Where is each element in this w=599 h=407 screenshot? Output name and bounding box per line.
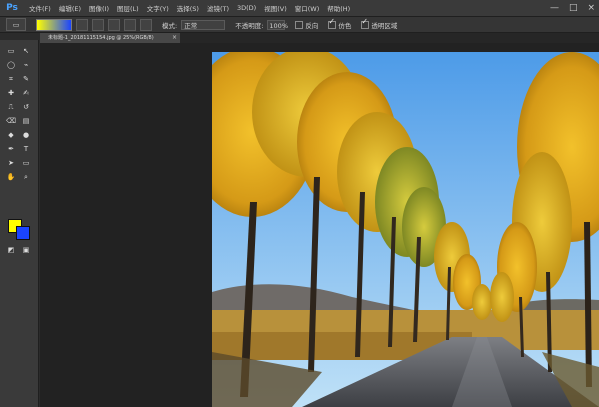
crop-tool-icon[interactable]: ⌗ <box>5 74 17 84</box>
menu-edit[interactable]: 编辑(E) <box>59 3 81 13</box>
menu-file[interactable]: 文件(F) <box>29 3 51 13</box>
photoshop-logo: Ps <box>6 3 18 13</box>
gradient-picker[interactable] <box>36 18 72 31</box>
lasso-tool-icon[interactable]: ◯ <box>5 60 17 70</box>
tools-panel: ▭ ↖ ◯ ⌁ ⌗ ✎ ✚ ✍ ⎍ ↺ ⌫ ▤ ◆ ● ✒ T ➤ ▭ ✋ ⌕ … <box>0 40 39 407</box>
gradient-tool-icon[interactable]: ▤ <box>20 116 32 126</box>
transparency-checkbox[interactable] <box>361 17 370 29</box>
dither-label: 仿色 <box>338 21 352 30</box>
minimize-button[interactable]: — <box>550 3 559 13</box>
path-select-tool-icon[interactable]: ➤ <box>5 158 17 168</box>
diamond-gradient-icon[interactable] <box>140 18 152 31</box>
move-tool-icon[interactable]: ▭ <box>5 46 17 56</box>
menu-3d[interactable]: 3D(D) <box>237 4 256 12</box>
autumn-road-photo <box>212 52 599 407</box>
quick-select-tool-icon[interactable]: ⌁ <box>20 60 32 70</box>
menu-type[interactable]: 文字(Y) <box>147 3 169 13</box>
spot-heal-tool-icon[interactable]: ✚ <box>5 88 17 98</box>
menu-select[interactable]: 选择(S) <box>177 3 199 13</box>
options-bar: ▭ 模式: 正常 不透明度: 100% 反向 仿色 透明区域 <box>0 17 599 33</box>
menu-image[interactable]: 图像(I) <box>89 3 109 13</box>
document-tab[interactable]: 未标题-1_20181115154.jpg @ 25%(RGB/8) × <box>40 33 180 43</box>
background-color-swatch[interactable] <box>16 226 30 240</box>
zoom-tool-icon[interactable]: ⌕ <box>20 172 32 182</box>
marquee-tool-icon[interactable]: ↖ <box>20 46 32 56</box>
linear-gradient-icon[interactable] <box>76 18 88 31</box>
reflected-gradient-icon[interactable] <box>124 18 136 31</box>
menu-filter[interactable]: 滤镜(T) <box>207 3 229 13</box>
mode-select[interactable]: 正常 <box>181 19 226 30</box>
menu-bar: Ps 文件(F) 编辑(E) 图像(I) 图层(L) 文字(Y) 选择(S) 滤… <box>0 0 599 17</box>
brush-tool-icon[interactable]: ✍ <box>20 88 32 98</box>
transparency-label: 透明区域 <box>371 21 398 30</box>
angle-gradient-icon[interactable] <box>108 18 120 31</box>
quick-mask-icon[interactable]: ◩ <box>5 245 17 255</box>
dodge-tool-icon[interactable]: ● <box>20 130 32 140</box>
hand-tool-icon[interactable]: ✋ <box>5 172 17 182</box>
eraser-tool-icon[interactable]: ⌫ <box>5 116 17 126</box>
document-title: 未标题-1_20181115154.jpg @ 25%(RGB/8) <box>48 35 154 41</box>
menu-layer[interactable]: 图层(L) <box>117 3 139 13</box>
mode-label: 模式: <box>162 21 178 30</box>
gradient-tool-preset[interactable]: ▭ <box>6 18 26 31</box>
eyedropper-tool-icon[interactable]: ✎ <box>20 74 32 84</box>
maximize-button[interactable]: □ <box>569 3 578 13</box>
reverse-checkbox[interactable] <box>295 20 304 29</box>
image-canvas[interactable] <box>212 52 599 407</box>
opacity-label: 不透明度: <box>235 21 264 30</box>
radial-gradient-icon[interactable] <box>92 18 104 31</box>
blur-tool-icon[interactable]: ◆ <box>5 130 17 140</box>
menu-view[interactable]: 视图(V) <box>264 3 287 13</box>
type-tool-icon[interactable]: T <box>20 144 32 154</box>
window-controls: — □ × <box>550 3 595 13</box>
document-tab-bar: 未标题-1_20181115154.jpg @ 25%(RGB/8) × <box>40 33 599 43</box>
tab-close-icon[interactable]: × <box>172 33 177 43</box>
history-brush-tool-icon[interactable]: ↺ <box>20 102 32 112</box>
menu-help[interactable]: 帮助(H) <box>327 3 350 13</box>
pen-tool-icon[interactable]: ✒ <box>5 144 17 154</box>
shape-tool-icon[interactable]: ▭ <box>20 158 32 168</box>
opacity-input[interactable]: 100% <box>267 19 288 30</box>
reverse-label: 反向 <box>305 21 319 30</box>
dither-checkbox[interactable] <box>328 17 337 29</box>
screen-mode-icon[interactable]: ▣ <box>20 245 32 255</box>
clone-stamp-tool-icon[interactable]: ⎍ <box>5 102 17 112</box>
close-button[interactable]: × <box>587 3 595 13</box>
menu-window[interactable]: 窗口(W) <box>295 3 320 13</box>
